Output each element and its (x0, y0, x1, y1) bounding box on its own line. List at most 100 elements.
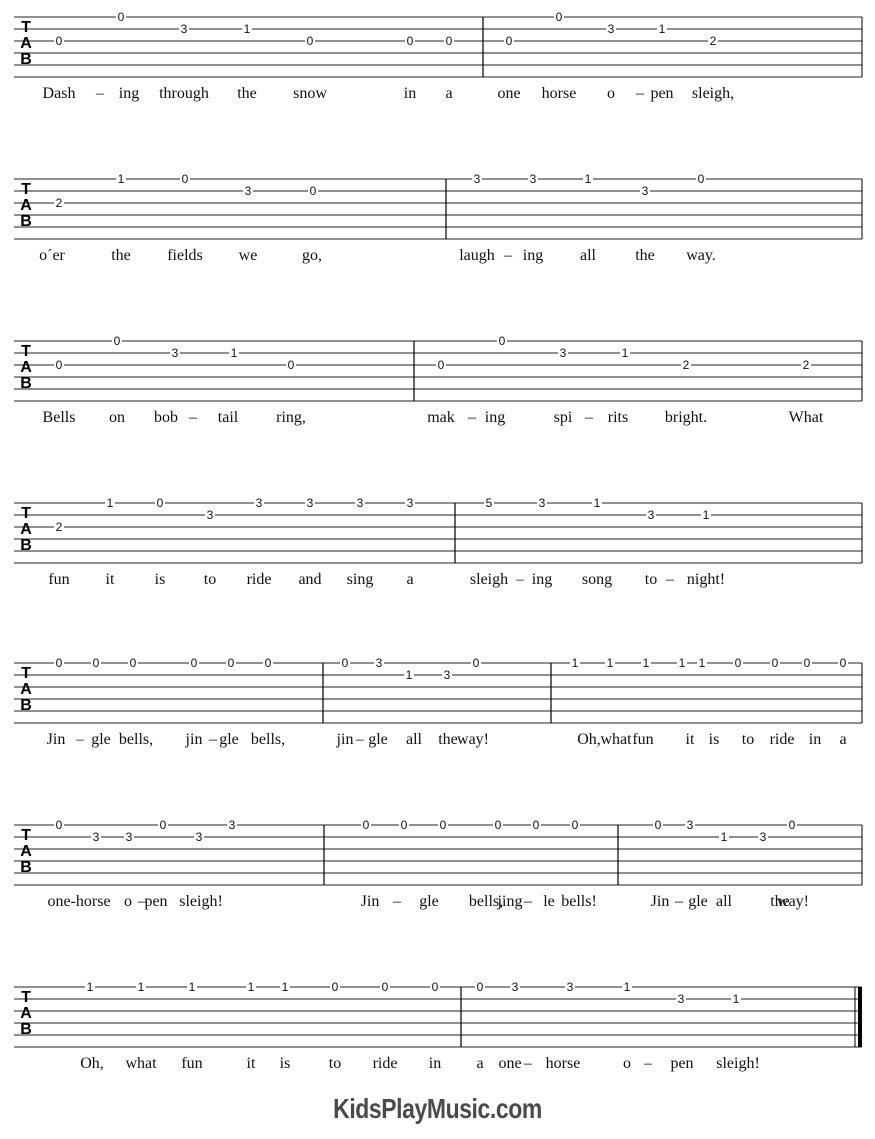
lyric-syllable: night! (686, 571, 726, 588)
lyric-syllable: is (279, 1055, 291, 1072)
lyric-syllable: a (406, 571, 414, 588)
lyric-syllable: the (111, 247, 131, 264)
tab-clef-letter: T (21, 665, 31, 682)
tab-clef-letter: A (20, 197, 32, 214)
fret-number: 1 (118, 172, 125, 186)
tab-staff: TAB 0 0 3 1 0 0 0 0 0 3 1 2 (14, 10, 863, 78)
lyrics-line: o´er the fields we go, laugh – ing all the way. (0, 247, 875, 271)
lyric-syllable: ing (522, 247, 544, 264)
fret-number: 3 (256, 496, 263, 510)
fret-number: 1 (643, 656, 650, 670)
lyric-syllable: laugh (459, 247, 495, 264)
fret-number: 1 (703, 508, 710, 522)
fret-number: 0 (382, 980, 389, 994)
fret-number: 2 (56, 520, 63, 534)
lyric-syllable: what (125, 1055, 157, 1072)
lyric-hyphen: – (644, 1055, 652, 1072)
fret-number: 0 (473, 656, 480, 670)
fret-number: 0 (114, 334, 121, 348)
fret-number: 3 (444, 668, 451, 682)
fret-number: 0 (698, 172, 705, 186)
fret-number: 3 (229, 818, 236, 832)
lyrics-line: Dash – ing through the snow in a one horse o – pen sl… (0, 85, 875, 109)
fret-number: 1 (231, 346, 238, 360)
fret-number: 0 (407, 34, 414, 48)
lyric-syllable: pen (670, 1055, 694, 1072)
tab-clef-letter: B (20, 697, 32, 714)
tab-clef-letter: T (21, 181, 31, 198)
fret-number: 0 (772, 656, 779, 670)
fret-number: 0 (655, 818, 662, 832)
lyric-syllable: and (298, 571, 322, 588)
lyric-syllable: jin (185, 731, 203, 748)
fret-number: 1 (107, 496, 114, 510)
lyric-syllable: in (403, 85, 417, 102)
tab-staff: TAB 1 1 1 1 1 0 0 0 0 3 3 1 3 1 (14, 980, 862, 1048)
fret-number: 1 (87, 980, 94, 994)
lyric-syllable: all (580, 247, 596, 264)
lyric-hyphen: – (524, 893, 532, 910)
fret-number: 0 (56, 656, 63, 670)
fret-number: 3 (567, 980, 574, 994)
lyric-syllable: horse (545, 1055, 581, 1072)
lyric-syllable: is (708, 731, 720, 748)
fret-number: 0 (363, 818, 370, 832)
fret-number: 0 (56, 818, 63, 832)
fret-number: 5 (486, 496, 493, 510)
fret-number: 3 (539, 496, 546, 510)
tab-clef-letter: B (20, 537, 32, 554)
lyric-syllable: spi (553, 409, 573, 426)
lyric-syllable: sleigh! (179, 893, 223, 910)
fret-number: 3 (642, 184, 649, 198)
lyric-syllable: bells! (561, 893, 597, 910)
lyric-hyphen: – (96, 85, 104, 102)
fret-number: 1 (594, 496, 601, 510)
lyric-hyphen: – (675, 893, 683, 910)
lyric-syllable: sleigh! (716, 1055, 760, 1072)
fret-number: 0 (93, 656, 100, 670)
fret-number: 0 (130, 656, 137, 670)
lyrics-line: fun it is to ride and sing a sleigh – ing song to – ni… (0, 571, 875, 595)
fret-number: 0 (432, 980, 439, 994)
lyric-syllable: ing (118, 85, 140, 102)
lyric-syllable: ing (531, 571, 553, 588)
lyric-syllable: the (237, 85, 257, 102)
lyric-hyphen: – (189, 409, 197, 426)
footer-site-name[interactable]: KidsPlayMusic.com (79, 1093, 797, 1125)
fret-number: 3 (512, 980, 519, 994)
lyric-syllable: ride (769, 731, 795, 748)
lyric-syllable: gle (219, 731, 239, 748)
fret-number: 0 (499, 334, 506, 348)
lyric-syllable: ring, (276, 409, 306, 426)
fret-number: 3 (760, 830, 767, 844)
fret-number: 1 (733, 992, 740, 1006)
fret-number: 0 (160, 818, 167, 832)
fret-number: 0 (228, 656, 235, 670)
fret-number: 0 (533, 818, 540, 832)
fret-number: 3 (608, 22, 615, 36)
lyric-hyphen: – (516, 571, 524, 588)
fret-number: 3 (357, 496, 364, 510)
tab-clef-letter: A (20, 521, 32, 538)
lyric-syllable: Oh, (577, 731, 601, 748)
fret-number: 0 (556, 10, 563, 24)
fret-number: 0 (446, 34, 453, 48)
fret-number: 3 (245, 184, 252, 198)
lyric-syllable: Dash (42, 85, 76, 102)
lyric-syllable: bright. (664, 409, 708, 426)
lyric-syllable: go, (302, 247, 322, 264)
lyric-syllable: on (109, 409, 125, 426)
lyric-syllable: le (543, 893, 555, 910)
lyric-syllable: jing (497, 893, 523, 910)
fret-number: 0 (332, 980, 339, 994)
lyric-syllable: it (685, 731, 695, 748)
fret-number: 0 (342, 656, 349, 670)
fret-number: 1 (244, 22, 251, 36)
lyric-syllable: in (428, 1055, 442, 1072)
fret-number: 0 (265, 656, 272, 670)
tab-clef-letter: A (20, 843, 32, 860)
lyric-syllable: way! (777, 893, 809, 910)
tab-clef-letter: A (20, 359, 32, 376)
tab-staff: TAB 2 1 0 3 3 3 3 3 5 3 1 3 1 (14, 496, 863, 564)
fret-number: 0 (735, 656, 742, 670)
